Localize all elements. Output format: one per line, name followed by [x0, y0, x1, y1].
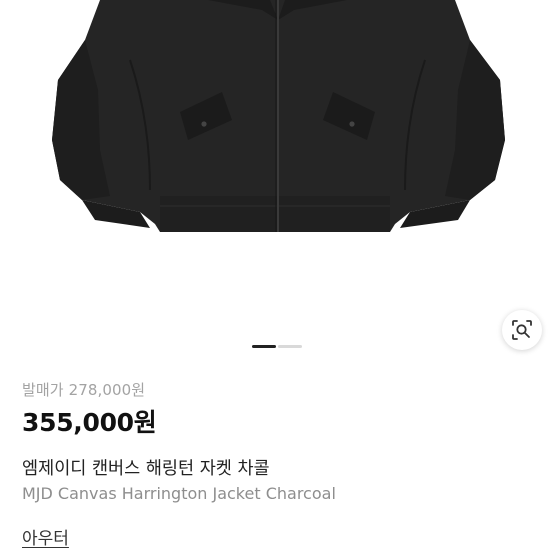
pagination-dot[interactable] — [278, 345, 302, 348]
lens-search-icon — [512, 320, 532, 340]
product-name-korean: 엠제이디 캔버스 해링턴 자켓 차콜 — [22, 459, 270, 479]
release-price-value: 278,000원 — [68, 381, 146, 399]
release-price: 발매가 278,000원 — [22, 379, 145, 400]
product-image[interactable] — [0, 0, 555, 340]
release-price-label: 발매가 — [22, 381, 64, 399]
category-link[interactable]: 아우터 — [22, 524, 69, 549]
jacket-photo — [0, 0, 555, 340]
image-search-button[interactable] — [502, 310, 542, 350]
pagination-dot-active[interactable] — [252, 345, 276, 348]
sale-price: 355,000원 — [22, 408, 157, 437]
image-pagination — [252, 345, 302, 349]
product-name-english: MJD Canvas Harrington Jacket Charcoal — [22, 484, 336, 503]
